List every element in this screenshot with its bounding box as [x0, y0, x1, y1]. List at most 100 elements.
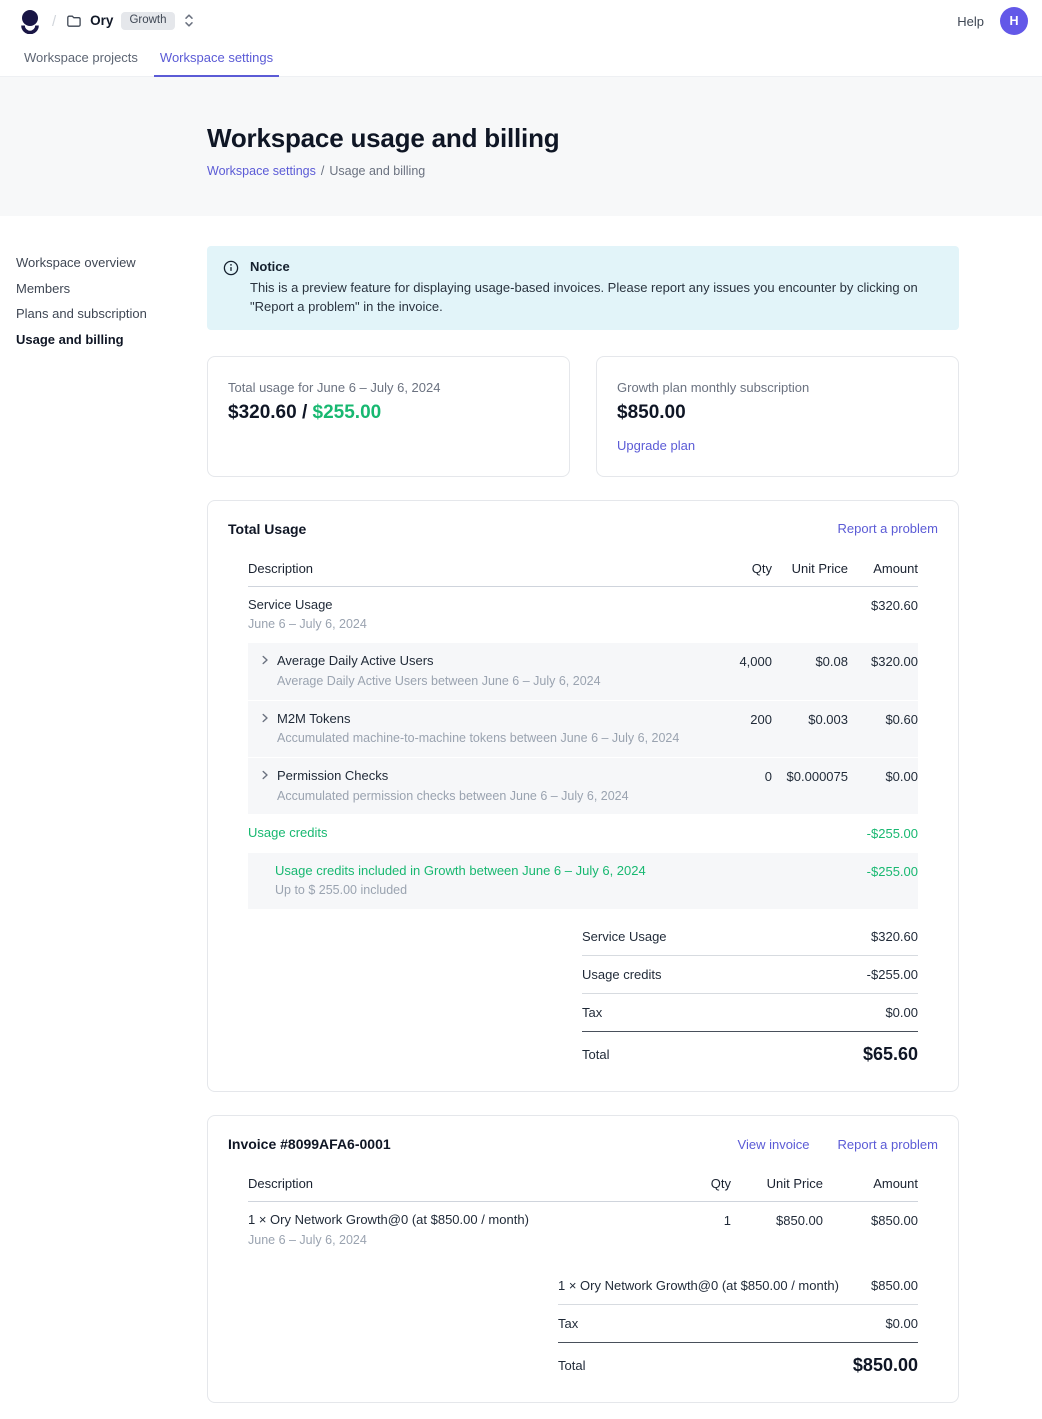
summary-value: $0.00 — [885, 1316, 918, 1331]
upgrade-plan-link[interactable]: Upgrade plan — [617, 438, 695, 453]
row-amount: -$255.00 — [848, 862, 918, 881]
summary-row-tax: Tax $0.00 — [582, 994, 918, 1032]
table-row-usage-credits-detail: Usage credits included in Growth between… — [248, 853, 918, 910]
row-subtitle: Accumulated permission checks between Ju… — [277, 788, 629, 805]
invoice-table-header: Description Qty Unit Price Amount — [248, 1166, 918, 1202]
expand-chevron-icon[interactable] — [259, 652, 271, 689]
row-qty: 200 — [682, 710, 772, 729]
row-amount: $0.00 — [848, 767, 918, 786]
row-unit-price — [772, 862, 848, 863]
summary-value: -$255.00 — [867, 967, 918, 982]
row-amount: $850.00 — [823, 1211, 918, 1230]
summary-label: 1 × Ory Network Growth@0 (at $850.00 / m… — [558, 1278, 839, 1293]
row-title: Service Usage — [248, 596, 682, 614]
summary-total-value: $850.00 — [853, 1355, 918, 1376]
selector-chevrons-icon[interactable] — [183, 13, 195, 28]
ory-logo-icon[interactable] — [18, 8, 42, 34]
row-title: 1 × Ory Network Growth@0 (at $850.00 / m… — [248, 1211, 641, 1229]
row-unit-price: $0.003 — [772, 710, 848, 729]
table-row-usage-credits: Usage credits -$255.00 — [248, 815, 918, 853]
breadcrumb: Workspace settings / Usage and billing — [207, 164, 959, 178]
row-subtitle: Average Daily Active Users between June … — [277, 673, 601, 690]
invoice-row-growth-plan: 1 × Ory Network Growth@0 (at $850.00 / m… — [248, 1202, 918, 1258]
row-subtitle: Accumulated machine-to-machine tokens be… — [277, 730, 679, 747]
plan-badge: Growth — [121, 12, 174, 31]
usage-panel-title: Total Usage — [228, 521, 306, 537]
view-invoice-link[interactable]: View invoice — [738, 1137, 810, 1152]
summary-value: $0.00 — [885, 1005, 918, 1020]
summary-value: $850.00 — [871, 1278, 918, 1293]
plan-subscription-card: Growth plan monthly subscription $850.00… — [596, 356, 959, 477]
row-amount: $320.60 — [848, 596, 918, 615]
summary-row-usage-credits: Usage credits -$255.00 — [582, 956, 918, 994]
summary-label: Tax — [582, 1005, 602, 1020]
sidebar-item-members[interactable]: Members — [16, 276, 192, 302]
row-unit-price: $0.08 — [772, 652, 848, 671]
top-bar: / Ory Growth Help H — [0, 0, 1042, 42]
row-title: Average Daily Active Users — [277, 652, 601, 670]
summary-row-tax: Tax $0.00 — [558, 1305, 918, 1343]
row-qty — [682, 862, 772, 863]
row-qty — [682, 596, 772, 597]
report-problem-link[interactable]: Report a problem — [838, 1137, 938, 1152]
row-qty — [682, 824, 772, 825]
summary-row-total: Total $850.00 — [558, 1343, 918, 1376]
expand-chevron-icon[interactable] — [259, 767, 271, 804]
col-description: Description — [248, 561, 682, 576]
total-usage-label: Total usage for June 6 – July 6, 2024 — [228, 380, 549, 395]
workspace-selector[interactable]: Ory Growth — [66, 12, 194, 31]
folder-icon — [66, 13, 82, 29]
breadcrumb-current: Usage and billing — [329, 164, 425, 178]
tab-workspace-projects[interactable]: Workspace projects — [18, 42, 144, 77]
total-usage-panel: Total Usage Report a problem Description… — [207, 500, 959, 1093]
total-usage-amount: $320.60 / $255.00 — [228, 402, 549, 424]
summary-label: Total — [582, 1047, 609, 1062]
tab-workspace-settings[interactable]: Workspace settings — [154, 42, 279, 77]
summary-row-plan: 1 × Ory Network Growth@0 (at $850.00 / m… — [558, 1267, 918, 1305]
breadcrumb-separator: / — [52, 13, 56, 30]
invoice-table: Description Qty Unit Price Amount 1 × Or… — [248, 1166, 918, 1375]
notice-body: This is a preview feature for displaying… — [250, 279, 940, 317]
usage-table-header: Description Qty Unit Price Amount — [248, 551, 918, 587]
invoice-title: Invoice #8099AFA6-0001 — [228, 1136, 391, 1152]
settings-sidebar: Workspace overview Members Plans and sub… — [16, 250, 192, 352]
col-amount: Amount — [823, 1176, 918, 1191]
col-amount: Amount — [848, 561, 918, 576]
summary-label: Usage credits — [582, 967, 661, 982]
row-amount: $0.60 — [848, 710, 918, 729]
workspace-name: Ory — [90, 13, 113, 28]
workspace-tabbar: Workspace projects Workspace settings — [0, 42, 1042, 77]
user-avatar[interactable]: H — [1000, 7, 1028, 35]
col-unit-price: Unit Price — [772, 561, 848, 576]
report-problem-link[interactable]: Report a problem — [838, 521, 938, 536]
help-button[interactable]: Help — [957, 14, 984, 29]
summary-total-value: $65.60 — [863, 1044, 918, 1065]
invoice-panel: Invoice #8099AFA6-0001 View invoice Repo… — [207, 1115, 959, 1402]
sidebar-item-plans-and-subscription[interactable]: Plans and subscription — [16, 301, 192, 327]
col-qty: Qty — [641, 1176, 731, 1191]
row-unit-price — [772, 824, 848, 825]
summary-row-total: Total $65.60 — [582, 1032, 918, 1065]
row-unit-price: $0.000075 — [772, 767, 848, 786]
summary-row-service-usage: Service Usage $320.60 — [582, 918, 918, 956]
summary-label: Service Usage — [582, 929, 667, 944]
invoice-summary: 1 × Ory Network Growth@0 (at $850.00 / m… — [558, 1267, 918, 1376]
breadcrumb-link-workspace-settings[interactable]: Workspace settings — [207, 164, 316, 178]
preview-notice: Notice This is a preview feature for dis… — [207, 246, 959, 330]
sidebar-item-workspace-overview[interactable]: Workspace overview — [16, 250, 192, 276]
col-qty: Qty — [682, 561, 772, 576]
row-title: Permission Checks — [277, 767, 629, 785]
row-title: Usage credits included in Growth between… — [275, 862, 646, 880]
row-qty: 1 — [641, 1211, 731, 1230]
table-row-daily-active-users: Average Daily Active Users Average Daily… — [248, 643, 918, 700]
page-title: Workspace usage and billing — [207, 123, 959, 154]
row-unit-price: $850.00 — [731, 1211, 823, 1230]
sidebar-item-usage-and-billing[interactable]: Usage and billing — [16, 327, 192, 353]
row-qty: 0 — [682, 767, 772, 786]
col-description: Description — [248, 1176, 641, 1191]
row-unit-price — [772, 596, 848, 597]
notice-title: Notice — [250, 259, 940, 274]
usage-spent: $320.60 — [228, 402, 297, 423]
expand-chevron-icon[interactable] — [259, 710, 271, 747]
summary-label: Tax — [558, 1316, 578, 1331]
